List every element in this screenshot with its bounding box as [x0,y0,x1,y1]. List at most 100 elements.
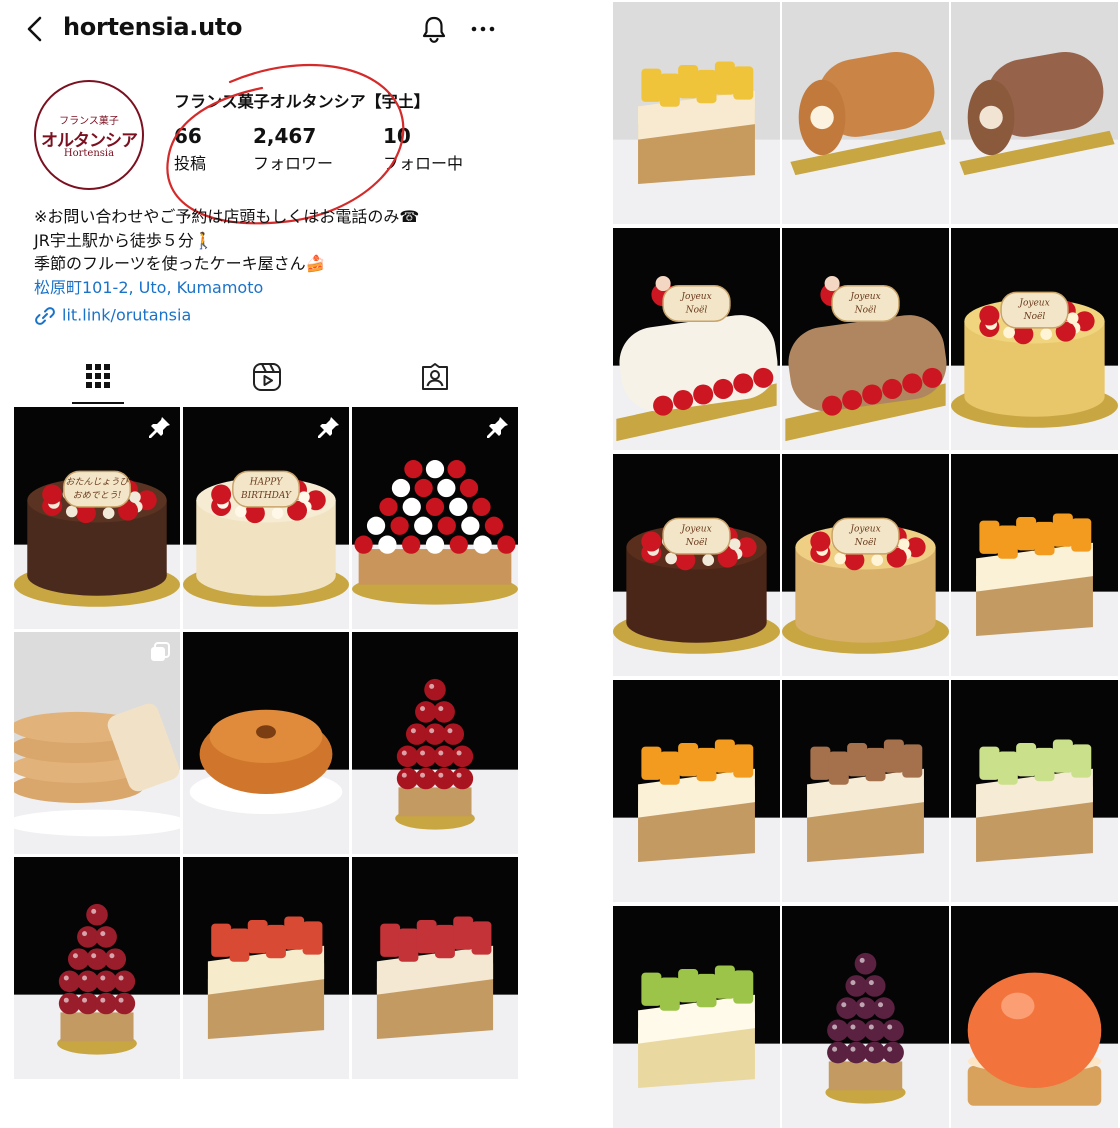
post-image [14,632,180,854]
post-thumbnail-chestnut-buche-de-noel[interactable]: Joyeux Noël [782,228,949,450]
post-image [183,632,349,854]
stat-following[interactable]: 10 フォロー中 [383,124,463,174]
carousel-icon [151,642,170,661]
external-link[interactable]: lit.link/orutansia [34,305,191,327]
post-image [782,2,949,224]
cake-plaque-text: Noël [685,538,708,548]
post-image [183,857,349,1079]
post-image: HAPPY BIRTHDAY [183,407,349,629]
post-thumbnail-fruit-tart-slice[interactable] [183,857,349,1079]
bell-icon[interactable] [418,13,450,45]
stat-following-count: 10 [383,124,411,148]
post-image [352,407,518,629]
cake-plaque-text: BIRTHDAY [240,491,292,501]
post-thumbnail-white-buche-de-noel[interactable]: Joyeux Noël [613,228,780,450]
post-thumbnail-cookies[interactable] [14,632,180,854]
cake-plaque-text: Joyeux [848,525,880,535]
stat-posts-label: 投稿 [174,154,207,173]
profile-tabs [14,356,518,406]
pinned-icon [318,417,339,438]
post-image [613,906,780,1128]
stat-followers-label: フォロワー [253,154,334,173]
post-image [782,906,949,1128]
avatar[interactable]: フランス菓子 オルタンシア Hortensia [34,80,144,190]
post-image: Joyeux Noël [613,228,780,450]
post-thumbnail-bundt-cake[interactable] [183,632,349,854]
post-image: Joyeux Noël [782,454,949,676]
post-image [613,2,780,224]
tagged-icon [422,363,448,390]
external-link-text: lit.link/orutansia [62,305,192,325]
post-thumbnail-strawberry-cream-birthday-cake[interactable]: HAPPY BIRTHDAY [183,407,349,629]
bio-line: JR宇土駅から徒歩５分🚶 [34,230,214,250]
stat-posts[interactable]: 66 投稿 [174,124,206,174]
post-image [352,857,518,1079]
post-thumbnail-christmas-tart[interactable]: Joyeux Noël [782,454,949,676]
cake-plaque-text: Joyeux [848,292,880,302]
profile-screen: hortensia.uto フランス菓子 オルタンシア Hortensia フラ… [0,0,530,1080]
pinned-icon [149,417,170,438]
tab-tagged[interactable] [350,356,518,404]
link-icon [35,307,55,325]
post-image: Joyeux Noël [782,228,949,450]
post-image [951,454,1118,676]
bio-line: ※お問い合わせやご予約は店頭もしくはお電話のみ☎ [34,207,420,226]
post-image [613,680,780,902]
post-thumbnail-chocolate-christmas-cake[interactable]: Joyeux Noël [613,454,780,676]
post-thumbnail-grape-tartlet[interactable] [782,906,949,1128]
post-thumbnail-melon-tart[interactable] [951,680,1118,902]
tab-reels[interactable] [182,356,350,404]
post-image [951,2,1118,224]
post-thumbnail-cherry-tart[interactable] [352,632,518,854]
cake-plaque-text: おたんじょうび [65,477,130,488]
post-thumbnail-grape-shortcake[interactable] [613,906,780,1128]
cake-plaque-text: Noël [1023,312,1046,322]
avatar-bottom-text: Hortensia [63,148,115,159]
post-image: Joyeux Noël [613,454,780,676]
cake-plaque-text: HAPPY [249,478,283,488]
post-image [14,857,180,1079]
post-image [951,680,1118,902]
back-arrow-icon[interactable] [22,14,50,44]
cake-plaque-text: Noël [854,305,877,315]
username: hortensia.uto [63,13,243,41]
stat-followers[interactable]: 2,467 フォロワー [253,124,333,174]
bio-line: 季節のフルーツを使ったケーキ屋さん🍰 [34,254,326,273]
tab-grid[interactable] [14,356,182,404]
cake-plaque-text: Joyeux [679,292,711,302]
post-grid-continued: Joyeux Noël Joyeux Noël Joyeux Noël Joyeux Noël… [612,0,1120,1128]
location-link[interactable]: 松原町101-2, Uto, Kumamoto [34,276,514,300]
stat-followers-count: 2,467 [253,124,317,148]
post-thumbnail-pineapple-tart[interactable] [613,2,780,224]
avatar-top-text: フランス菓子 [59,116,119,127]
top-bar: hortensia.uto [0,0,530,60]
post-thumbnail-strawberry-tart[interactable] [352,407,518,629]
post-thumbnail-roll-cake[interactable] [782,2,949,224]
post-thumbnail-chocolate-birthday-cake[interactable]: おたんじょうび おめでとう! [14,407,180,629]
post-image [951,906,1118,1128]
post-grid: おたんじょうび おめでとう! HAPPY BIRTHDAY [14,407,518,1080]
post-thumbnail-peach-dome[interactable] [951,906,1118,1128]
grid-icon [86,364,110,388]
display-name: フランス菓子オルタンシア【宇土】 [174,92,430,111]
post-thumbnail-grape-tart[interactable] [14,857,180,1079]
pinned-icon [487,417,508,438]
more-options-icon[interactable] [468,17,498,41]
active-tab-indicator [72,402,124,404]
post-image [782,680,949,902]
post-image: Joyeux Noël [951,228,1118,450]
cake-plaque-text: Joyeux [679,525,711,535]
post-image [352,632,518,854]
post-thumbnail-chocolate-roll-cake[interactable] [951,2,1118,224]
reels-icon [253,363,281,391]
cake-plaque-text: おめでとう! [73,490,122,501]
post-thumbnail-mango-tart[interactable] [613,680,780,902]
post-thumbnail-fig-tart[interactable] [782,680,949,902]
stat-following-label: フォロー中 [383,154,464,173]
post-thumbnail-cheese-christmas-cake[interactable]: Joyeux Noël [951,228,1118,450]
post-thumbnail-berry-tart-slice[interactable] [352,857,518,1079]
post-image: おたんじょうびおめでとう! [14,407,180,629]
cake-plaque-text: Noël [685,305,708,315]
post-thumbnail-mango-cake[interactable] [951,454,1118,676]
stat-posts-count: 66 [174,124,202,148]
